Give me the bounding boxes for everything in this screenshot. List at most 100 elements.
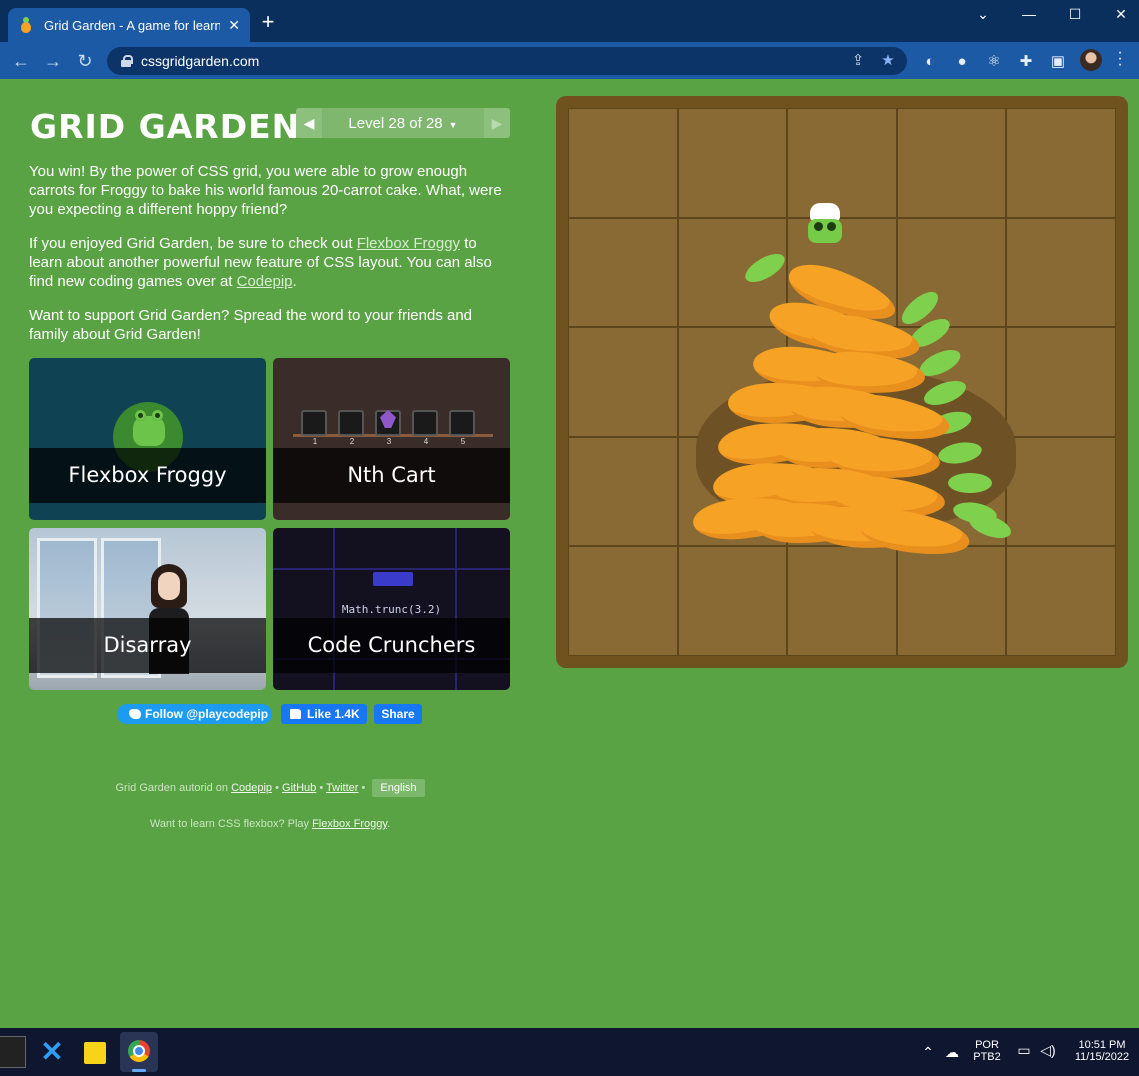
game-card-code-crunchers[interactable]: Math.trunc(3.2) Code Crunchers [273, 528, 510, 690]
separator: • [272, 782, 283, 794]
previous-level-button[interactable]: ◀ [296, 108, 322, 138]
level-label: Level 28 of 28 [348, 114, 443, 132]
cart-number: 5 [460, 437, 466, 446]
garden-cell [1006, 108, 1116, 218]
garden-cell [568, 108, 678, 218]
cart-number: 1 [312, 437, 318, 446]
cart-icon [301, 410, 327, 436]
game-title: Disarray [29, 618, 266, 673]
garden-cell [568, 546, 678, 656]
garden-cell [568, 217, 678, 328]
profile-avatar[interactable] [1080, 49, 1102, 71]
win-message: You win! By the power of CSS grid, you w… [29, 163, 502, 218]
sticky-notes-icon[interactable] [84, 1042, 106, 1064]
extension-password-icon[interactable]: ◐ [920, 52, 940, 72]
tab-close-icon[interactable]: ✕ [228, 17, 240, 34]
garden-cell [1006, 436, 1116, 547]
cruncher-icon [373, 572, 413, 586]
caret-down-icon: ▼ [448, 119, 458, 130]
maximize-button[interactable]: ☐ [1052, 0, 1098, 30]
page-content: GRID GARDEN ◀ Level 28 of 28 ▼ ▶ You win!… [0, 79, 1139, 1028]
cart-icon [338, 410, 364, 436]
close-window-button[interactable]: ✕ [1098, 0, 1139, 30]
url-text: cssgridgarden.com [141, 53, 260, 69]
facebook-share-button[interactable]: Share [374, 704, 422, 724]
cart-number: 2 [349, 437, 355, 446]
level-selector[interactable]: Level 28 of 28 ▼ [322, 115, 484, 132]
side-panel-icon[interactable]: ▣ [1048, 52, 1068, 72]
keyboard-layout: PTB2 [973, 1051, 1001, 1063]
extension-bottle-icon[interactable]: ● [952, 52, 972, 72]
clock[interactable]: 10:51 PM 11/15/2022 [1068, 1039, 1136, 1063]
chef-frog-icon [808, 203, 842, 247]
cart-icon [449, 410, 475, 436]
onedrive-cloud-icon[interactable]: ☁ [942, 1044, 962, 1061]
support-message: Want to support Grid Garden? Spread the … [29, 307, 473, 343]
browser-tab[interactable]: Grid Garden - A game for learnin ✕ [8, 8, 250, 42]
browser-toolbar: ← → ↻ cssgridgarden.com ⇪ ★ ◐ ● ⚛ ✚ ▣ [0, 42, 1139, 79]
footer-github-link[interactable]: GitHub [282, 782, 316, 794]
frog-icon [133, 410, 165, 446]
carrot-leaf-icon [948, 473, 992, 493]
next-level-button[interactable]: ▶ [484, 108, 510, 138]
flexbox-froggy-link[interactable]: Flexbox Froggy [357, 235, 460, 252]
minimize-button[interactable]: — [1006, 0, 1052, 30]
volume-icon[interactable]: ◁) [1038, 1042, 1058, 1059]
game-title: Nth Cart [273, 448, 510, 503]
game-card-nth-cart[interactable]: 1 2 3 4 5 Nth Cart [273, 358, 510, 520]
extension-react-icon[interactable]: ⚛ [984, 52, 1004, 72]
vscode-icon[interactable]: ✕ [36, 1036, 68, 1068]
garden-cell [568, 436, 678, 547]
footer-twitter-link[interactable]: Twitter [326, 782, 358, 794]
forward-arrow-icon[interactable]: → [40, 48, 66, 74]
clock-time: 10:51 PM [1078, 1039, 1126, 1051]
show-hidden-icons-icon[interactable]: ⌃ [920, 1044, 936, 1061]
facebook-like-button[interactable]: Like 1.4K [281, 704, 367, 724]
carrot-favicon-icon [18, 17, 34, 33]
garden-cell [896, 108, 1007, 218]
language-selector[interactable]: English [372, 779, 425, 797]
tab-search-button[interactable]: ⌄ [960, 0, 1006, 30]
game-title: Flexbox Froggy [29, 448, 266, 503]
terminal-icon[interactable] [0, 1036, 26, 1068]
garden-cell [1006, 546, 1116, 656]
browser-menu-icon[interactable]: · · · [1115, 45, 1125, 73]
garden-cell [568, 327, 678, 437]
reload-icon[interactable]: ↻ [72, 48, 98, 74]
bookmark-star-icon[interactable]: ★ [879, 52, 897, 70]
extensions-puzzle-icon[interactable]: ✚ [1016, 52, 1036, 72]
game-card-disarray[interactable]: Disarray [29, 528, 266, 690]
network-icon[interactable]: ▭ [1014, 1042, 1034, 1059]
footer-flexbox-froggy-link[interactable]: Flexbox Froggy [312, 818, 387, 830]
garden-cell [1006, 327, 1116, 437]
cart-icon [412, 410, 438, 436]
garden-cell [677, 108, 788, 218]
enjoy-text-1: If you enjoyed Grid Garden, be sure to c… [29, 235, 357, 252]
twitter-follow-button[interactable]: Follow @playcodepip [117, 704, 272, 724]
language-indicator[interactable]: POR PTB2 [970, 1039, 1004, 1063]
flexbox-promo-text: Want to learn CSS flexbox? Play [149, 818, 313, 830]
language-code: POR [975, 1039, 999, 1051]
game-card-flexbox-froggy[interactable]: Flexbox Froggy [29, 358, 266, 520]
cart-number: 4 [423, 437, 429, 446]
address-bar[interactable]: cssgridgarden.com ⇪ ★ [107, 47, 907, 75]
garden-board [556, 96, 1128, 668]
back-arrow-icon[interactable]: ← [8, 48, 34, 74]
share-icon[interactable]: ⇪ [849, 52, 867, 70]
garden-cell [787, 108, 897, 218]
garden-cell [896, 546, 1007, 656]
garden-cell [677, 546, 788, 656]
clock-date: 11/15/2022 [1074, 1051, 1130, 1063]
footer-codepip-link[interactable]: Codepip [231, 782, 272, 794]
lock-icon [121, 55, 133, 67]
chrome-taskbar-button[interactable] [120, 1032, 158, 1072]
codepip-link[interactable]: Codepip [237, 273, 293, 290]
enjoy-text-3: . [292, 273, 297, 290]
site-logo: GRID GARDEN [30, 107, 301, 146]
enjoy-message: If you enjoyed Grid Garden, be sure to c… [29, 234, 511, 291]
footer-flexbox: Want to learn CSS flexbox? Play Flexbox … [0, 818, 540, 830]
windows-taskbar: ✕ ⌃ ☁ POR PTB2 ▭ ◁) 10:51 PM 11/15/2022 [0, 1028, 1139, 1076]
tab-title: Grid Garden - A game for learnin [44, 17, 221, 33]
separator: • [358, 782, 369, 794]
new-tab-button[interactable]: + [258, 11, 278, 33]
